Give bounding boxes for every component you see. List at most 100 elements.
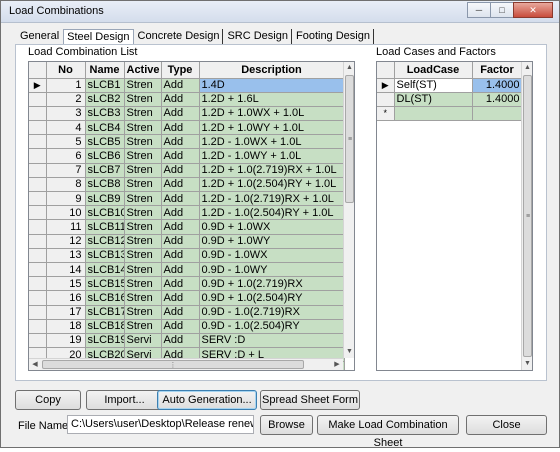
tab-steel-design[interactable]: Steel Design [63, 29, 134, 45]
combo-name-cell[interactable]: sLCB1 [85, 78, 125, 93]
combo-active-cell[interactable]: Stren [124, 191, 162, 207]
combo-active-cell[interactable]: Servi [124, 333, 162, 349]
row-selector[interactable] [29, 120, 47, 136]
maximize-icon[interactable]: □ [490, 2, 514, 18]
combo-no-cell[interactable]: 17 [46, 305, 86, 320]
combo-name-cell[interactable]: sLCB6 [85, 148, 125, 164]
combo-no-cell[interactable]: 14 [46, 262, 86, 278]
table-row[interactable]: 4 sLCB4 Stren Add 1.2D + 1.0WY + 1.0L [29, 120, 345, 136]
combo-type-cell[interactable]: Add [161, 205, 200, 221]
combo-name-cell[interactable]: sLCB17 [85, 305, 125, 320]
table-row[interactable]: 10 sLCB10 Stren Add 1.2D - 1.0(2.504)RY + 1.… [29, 205, 345, 221]
combo-hscroll-thumb[interactable]: ⋮ [42, 360, 304, 369]
table-row[interactable]: 3 sLCB3 Stren Add 1.2D + 1.0WX + 1.0L [29, 106, 345, 122]
row-selector[interactable] [29, 262, 47, 278]
combo-active-cell[interactable]: Stren [124, 248, 162, 263]
combo-no-cell[interactable]: 16 [46, 290, 86, 306]
combo-type-cell[interactable]: Add [161, 248, 200, 263]
factor-new-row[interactable]: * [377, 106, 523, 122]
spread-sheet-form-button[interactable]: Spread Sheet Form [260, 390, 360, 410]
combo-no-cell[interactable]: 4 [46, 120, 86, 136]
close-button[interactable]: Close [466, 415, 547, 435]
combo-active-cell[interactable]: Stren [124, 262, 162, 278]
table-row[interactable]: ▶ 1 sLCB1 Stren Add 1.4D [29, 78, 345, 93]
factor-row[interactable]: DL(ST) 1.4000 [377, 92, 523, 107]
combo-name-cell[interactable]: sLCB11 [85, 219, 125, 235]
row-selector[interactable] [29, 92, 47, 107]
row-pointer-icon[interactable]: ▶ [29, 78, 47, 93]
combo-description-cell[interactable]: 0.9D - 1.0(2.719)RX [199, 305, 345, 320]
tab-concrete-design[interactable]: Concrete Design [135, 29, 224, 44]
combo-description-cell[interactable]: 0.9D + 1.0(2.719)RX [199, 276, 345, 292]
combo-type-cell[interactable]: Add [161, 333, 200, 349]
combo-no-cell[interactable]: 1 [46, 78, 86, 93]
row-selector[interactable] [29, 163, 47, 178]
table-row[interactable]: 16 sLCB16 Stren Add 0.9D + 1.0(2.504)RY [29, 290, 345, 306]
combo-name-cell[interactable]: sLCB3 [85, 106, 125, 122]
combo-description-cell[interactable]: 0.9D - 1.0WX [199, 248, 345, 263]
combo-description-cell[interactable]: 0.9D + 1.0(2.504)RY [199, 290, 345, 306]
combo-name-cell[interactable]: sLCB5 [85, 134, 125, 150]
row-selector[interactable] [29, 333, 47, 349]
combo-type-cell[interactable]: Add [161, 319, 200, 334]
combo-type-cell[interactable]: Add [161, 148, 200, 164]
combo-no-cell[interactable]: 8 [46, 177, 86, 193]
factor-header-factor[interactable]: Factor [472, 62, 523, 79]
scroll-down-icon[interactable]: ▼ [522, 358, 532, 370]
combo-no-cell[interactable]: 6 [46, 148, 86, 164]
combo-type-cell[interactable]: Add [161, 262, 200, 278]
combo-no-cell[interactable]: 3 [46, 106, 86, 122]
table-row[interactable]: 8 sLCB8 Stren Add 1.2D + 1.0(2.504)RY + 1.0L [29, 177, 345, 193]
title-bar[interactable]: Load Combinations ─ □ ✕ [1, 1, 559, 23]
combo-description-cell[interactable]: 1.2D - 1.0(2.504)RY + 1.0L [199, 205, 345, 221]
combo-active-cell[interactable]: Stren [124, 120, 162, 136]
row-pointer-icon[interactable]: ▶ [377, 78, 395, 93]
combo-no-cell[interactable]: 9 [46, 191, 86, 207]
combo-description-cell[interactable]: 1.2D + 1.0(2.719)RX + 1.0L [199, 163, 345, 178]
combo-type-cell[interactable]: Add [161, 276, 200, 292]
combo-description-cell[interactable]: 1.2D - 1.0(2.719)RX + 1.0L [199, 191, 345, 207]
combo-no-cell[interactable]: 13 [46, 248, 86, 263]
row-selector[interactable] [29, 177, 47, 193]
combo-name-cell[interactable]: sLCB18 [85, 319, 125, 334]
row-selector[interactable] [29, 248, 47, 263]
factor-vscroll-thumb[interactable]: ≡ [523, 75, 532, 357]
combo-horizontal-scrollbar[interactable]: ◀ ⋮ ▶ [29, 358, 343, 370]
combo-name-cell[interactable]: sLCB2 [85, 92, 125, 107]
table-row[interactable]: 9 sLCB9 Stren Add 1.2D - 1.0(2.719)RX + 1.0L [29, 191, 345, 207]
new-row-icon[interactable]: * [377, 106, 395, 122]
row-selector[interactable] [29, 319, 47, 334]
combo-name-cell[interactable]: sLCB9 [85, 191, 125, 207]
combo-description-cell[interactable]: 0.9D + 1.0WY [199, 234, 345, 249]
combo-type-cell[interactable]: Add [161, 163, 200, 178]
combo-description-cell[interactable]: 1.2D + 1.6L [199, 92, 345, 107]
table-row[interactable]: 7 sLCB7 Stren Add 1.2D + 1.0(2.719)RX + 1.0L [29, 163, 345, 178]
table-row[interactable]: 14 sLCB14 Stren Add 0.9D - 1.0WY [29, 262, 345, 278]
copy-button[interactable]: Copy [15, 390, 81, 410]
combo-name-cell[interactable]: sLCB12 [85, 234, 125, 249]
scroll-right-icon[interactable]: ▶ [331, 359, 343, 370]
combo-name-cell[interactable]: sLCB7 [85, 163, 125, 178]
combo-name-cell[interactable]: sLCB15 [85, 276, 125, 292]
combo-header-description[interactable]: Description [199, 62, 345, 79]
combo-no-cell[interactable]: 7 [46, 163, 86, 178]
factor-value-cell[interactable]: 1.4000 [472, 78, 523, 93]
combo-description-cell[interactable]: 0.9D + 1.0WX [199, 219, 345, 235]
table-row[interactable]: 18 sLCB18 Stren Add 0.9D - 1.0(2.504)RY [29, 319, 345, 334]
combo-no-cell[interactable]: 19 [46, 333, 86, 349]
combo-type-cell[interactable]: Add [161, 134, 200, 150]
combo-name-cell[interactable]: sLCB19 [85, 333, 125, 349]
tab-footing-design[interactable]: Footing Design [293, 29, 374, 44]
combo-active-cell[interactable]: Stren [124, 163, 162, 178]
combo-description-cell[interactable]: 1.2D - 1.0WY + 1.0L [199, 148, 345, 164]
combo-no-cell[interactable]: 12 [46, 234, 86, 249]
combo-active-cell[interactable]: Stren [124, 134, 162, 150]
combo-name-cell[interactable]: sLCB13 [85, 248, 125, 263]
factor-row[interactable]: ▶ Self(ST) 1.4000 [377, 78, 523, 93]
combo-no-cell[interactable]: 10 [46, 205, 86, 221]
table-row[interactable]: 11 sLCB11 Stren Add 0.9D + 1.0WX [29, 219, 345, 235]
table-row[interactable]: 15 sLCB15 Stren Add 0.9D + 1.0(2.719)RX [29, 276, 345, 292]
combo-no-cell[interactable]: 15 [46, 276, 86, 292]
combo-description-cell[interactable]: 1.2D + 1.0WY + 1.0L [199, 120, 345, 136]
combo-type-cell[interactable]: Add [161, 120, 200, 136]
